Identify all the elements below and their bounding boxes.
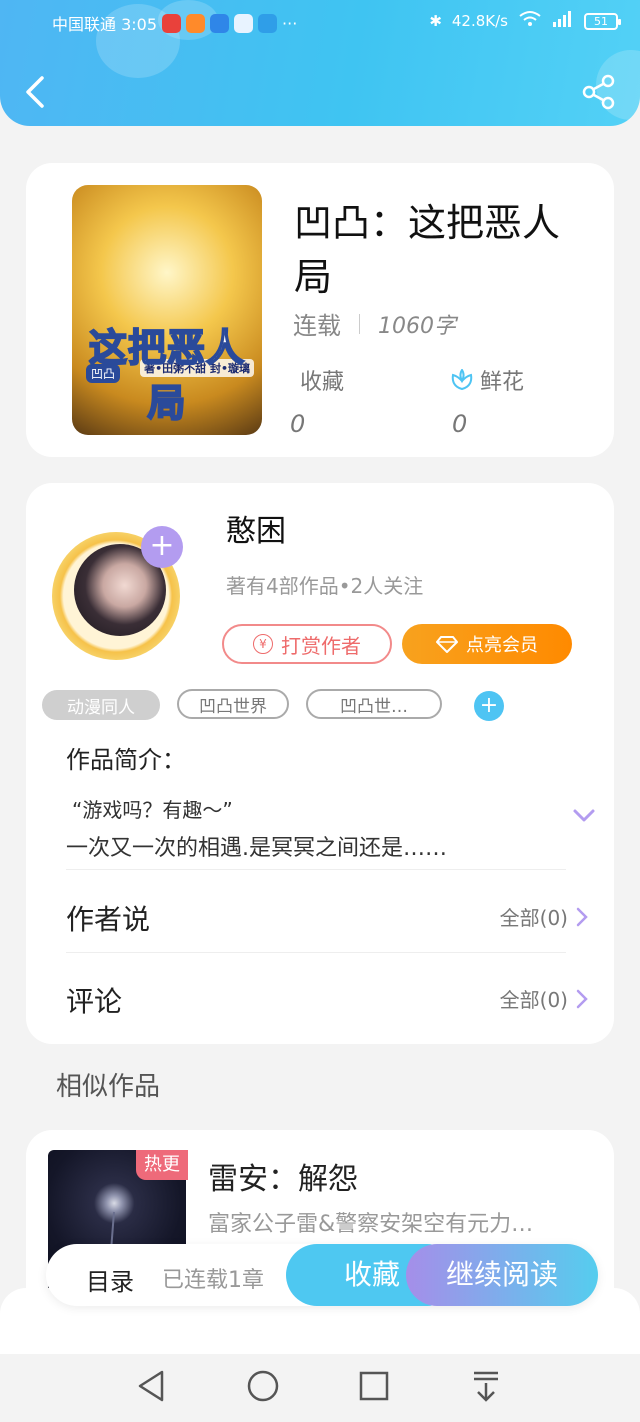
book-title: 凹凸：这把恶人局: [294, 201, 561, 299]
bluetooth-icon: ✱: [429, 12, 442, 30]
nav-back-button[interactable]: [134, 1368, 170, 1404]
plus-icon: +: [149, 528, 175, 563]
tag-item[interactable]: 动漫同人: [42, 690, 160, 720]
browser-app-icon: [234, 13, 254, 33]
intro-text: 一次又一次的相遇.是冥冥之间还是……: [66, 836, 447, 861]
overflow-indicator: ···: [282, 13, 298, 33]
hot-badge: 热更: [136, 1150, 188, 1180]
nav-recents-button[interactable]: [356, 1368, 392, 1404]
author-says-all-link[interactable]: 全部(0): [500, 902, 588, 931]
battery-level: 51: [594, 14, 608, 28]
chevron-down-icon: [573, 809, 595, 822]
divider: [66, 869, 566, 870]
share-button[interactable]: [580, 74, 618, 110]
intro-label: 作品简介：: [66, 746, 186, 774]
author-meta: 著有4部作品•2人关注: [226, 574, 424, 598]
nav-download-button[interactable]: [468, 1368, 504, 1404]
carrier-time: 中国联通 3:05: [52, 15, 158, 34]
reward-author-button[interactable]: ¥ 打赏作者: [222, 624, 392, 664]
flower-icon: [451, 369, 473, 391]
chevron-right-icon: [576, 989, 588, 1008]
intro-text: “游戏吗？有趣～”: [72, 798, 233, 822]
follow-author-button[interactable]: +: [141, 526, 183, 568]
comments-count: 全部(0): [499, 988, 568, 1012]
nav-home-icon: [247, 1370, 279, 1402]
similar-work-title[interactable]: 雷安：解怨: [208, 1154, 358, 1198]
signal-icon: [552, 10, 574, 32]
nav-home-button[interactable]: [245, 1368, 281, 1404]
back-icon: [26, 76, 44, 108]
status-bar: 中国联通 3:05 ··· ✱ 42.8K/s 51: [0, 0, 640, 44]
vip-label: 点亮会员: [466, 635, 538, 656]
flowers-label: 鲜花: [480, 370, 525, 395]
system-nav-bar: [0, 1354, 640, 1422]
serial-info: 已连载1章: [162, 1268, 264, 1293]
reward-author-label: 打赏作者: [281, 633, 361, 658]
divider: [66, 952, 566, 953]
author-says-count: 全部(0): [499, 906, 568, 930]
wifi-icon: [518, 10, 542, 32]
author-name[interactable]: 憨困: [226, 506, 286, 550]
book-cover[interactable]: 凹凸 著•田粥不甜 封•璇璃 这把恶人局: [72, 185, 262, 435]
flowers-stat[interactable]: 鲜花: [450, 364, 524, 396]
cover-title: 这把恶人局: [88, 324, 245, 426]
header: 中国联通 3:05 ··· ✱ 42.8K/s 51: [0, 0, 640, 126]
huawei-app-icon: [162, 13, 182, 33]
similar-work-desc: 富家公子雷&警察安架空有元力…: [208, 1212, 534, 1237]
vip-button[interactable]: 点亮会员: [402, 624, 572, 664]
diamond-icon: [436, 636, 458, 653]
add-tag-button[interactable]: +: [474, 691, 504, 721]
nav-recents-icon: [359, 1371, 389, 1401]
weather-app-icon: [258, 13, 278, 33]
continue-reading-button[interactable]: 继续阅读: [406, 1244, 598, 1306]
cloud-app-icon: [210, 13, 230, 33]
battery-icon: 51: [584, 12, 621, 30]
network-speed: 42.8K/s: [451, 12, 508, 30]
expand-intro-button[interactable]: [572, 808, 596, 824]
plus-icon: +: [479, 693, 499, 718]
status-divider: [359, 313, 360, 334]
book-status: 连载 1060字: [293, 306, 456, 341]
toc-button[interactable]: 目录: [86, 1262, 134, 1297]
nav-download-icon: [474, 1371, 498, 1402]
tag-item[interactable]: 凹凸世界: [177, 689, 289, 719]
favorites-label: 收藏: [300, 370, 345, 395]
favorites-value: 0: [290, 410, 306, 438]
video-app-icon: [186, 13, 206, 33]
word-count: 1060字: [378, 313, 456, 339]
share-icon: [582, 74, 615, 110]
comments-all-link[interactable]: 全部(0): [500, 984, 588, 1013]
tag-item[interactable]: 凹凸世…: [306, 689, 442, 719]
author-says-label[interactable]: 作者说: [66, 898, 150, 938]
nav-back-icon: [138, 1370, 164, 1402]
serial-status: 连载: [293, 312, 341, 340]
flowers-value: 0: [452, 410, 468, 438]
comments-label[interactable]: 评论: [66, 980, 122, 1020]
chevron-right-icon: [576, 907, 588, 926]
back-button[interactable]: [20, 72, 50, 112]
yen-icon: ¥: [253, 634, 273, 654]
similar-works-heading: 相似作品: [56, 1072, 161, 1102]
